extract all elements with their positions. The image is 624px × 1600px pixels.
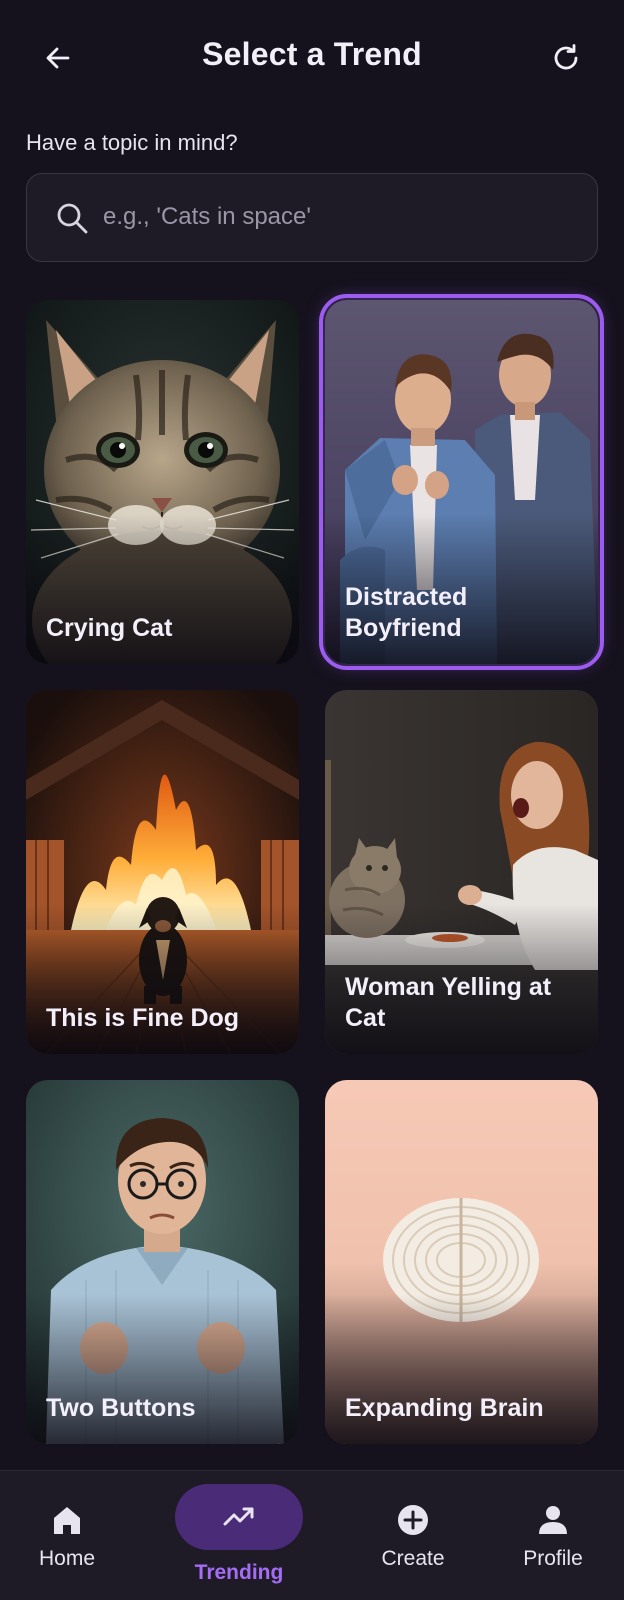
trending-icon — [223, 1507, 254, 1526]
topic-prompt-label: Have a topic in mind? — [26, 130, 238, 155]
nav-home[interactable]: Home — [7, 1471, 127, 1600]
trend-card-this-is-fine-dog[interactable]: This is Fine Dog — [26, 690, 299, 1054]
page-title: Select a Trend — [202, 36, 422, 72]
nav-label: Create — [381, 1547, 445, 1570]
trend-card-crying-cat[interactable]: Crying Cat — [26, 300, 299, 664]
nav-label: Home — [38, 1547, 96, 1570]
trend-label: Woman Yelling at Cat — [345, 973, 552, 1032]
person-icon — [539, 1506, 567, 1534]
nav-label: Trending — [194, 1561, 284, 1584]
nav-create[interactable]: Create — [353, 1471, 473, 1600]
trend-label: Two Buttons — [46, 1394, 196, 1422]
trend-label: Expanding Brain — [345, 1394, 544, 1422]
refresh-icon — [554, 44, 578, 70]
home-icon — [54, 1507, 80, 1534]
trend-label: Distracted Boyfriend — [345, 583, 468, 642]
trend-card-expanding-brain[interactable]: Expanding Brain — [325, 1080, 598, 1444]
bottom-nav: Home Trending Create Profile — [0, 1470, 624, 1600]
search-icon — [57, 203, 88, 234]
trend-label: Crying Cat — [46, 614, 173, 642]
nav-profile[interactable]: Profile — [493, 1471, 613, 1600]
trend-card-two-buttons[interactable]: Two Buttons — [26, 1080, 299, 1444]
topic-search-box[interactable] — [26, 173, 598, 262]
trend-card-distracted-boyfriend[interactable]: Distracted Boyfriend — [319, 294, 604, 670]
app-header: Select a Trend — [0, 0, 624, 118]
nav-trending[interactable]: Trending — [179, 1471, 299, 1600]
nav-label: Profile — [523, 1547, 583, 1570]
refresh-button[interactable] — [542, 34, 590, 82]
trend-card-woman-yelling-at-cat[interactable]: Woman Yelling at Cat — [325, 690, 598, 1054]
topic-search-input[interactable] — [103, 194, 573, 240]
trend-label: This is Fine Dog — [46, 1004, 240, 1032]
plus-circle-icon — [398, 1505, 428, 1535]
